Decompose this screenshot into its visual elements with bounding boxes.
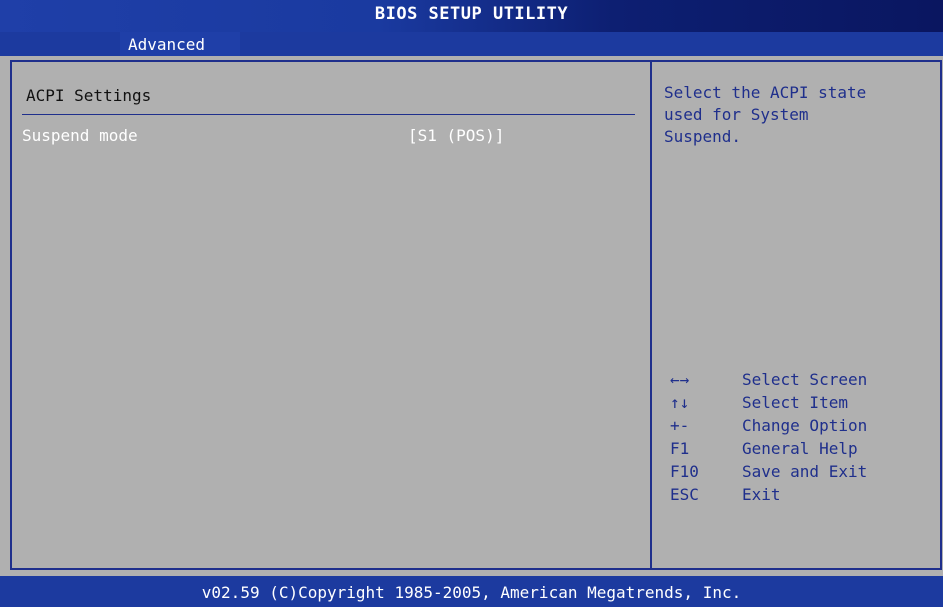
suspend-mode-label[interactable]: Suspend mode	[22, 126, 138, 145]
key-desc: General Help	[742, 439, 858, 458]
key-row-general-help: F1 General Help	[670, 439, 940, 462]
key-label: ESC	[670, 485, 699, 504]
key-row-change-option: +- Change Option	[670, 416, 940, 439]
key-label: +-	[670, 416, 690, 435]
tab-advanced-label-box[interactable]: Advanced	[120, 32, 240, 56]
arrows-left-right-icon: ←→	[670, 370, 690, 389]
window-title: BIOS SETUP UTILITY	[374, 4, 569, 24]
key-legend: ←→ Select Screen ↑↓ Select Item +- Chang…	[670, 370, 940, 508]
key-desc: Save and Exit	[742, 462, 868, 481]
panel-divider	[650, 62, 652, 568]
key-desc: Change Option	[742, 416, 868, 435]
key-desc: Select Screen	[742, 370, 868, 389]
suspend-mode-value[interactable]: [S1 (POS)]	[408, 126, 504, 145]
key-row-exit: ESC Exit	[670, 485, 940, 508]
section-title: ACPI Settings	[26, 86, 152, 105]
key-label: F1	[670, 439, 690, 458]
tab-advanced-label: Advanced	[128, 35, 206, 54]
arrows-up-down-icon: ↑↓	[670, 393, 690, 412]
key-row-save-exit: F10 Save and Exit	[670, 462, 940, 485]
key-desc: Select Item	[742, 393, 848, 412]
section-divider	[22, 114, 635, 115]
key-row-select-item: ↑↓ Select Item	[670, 393, 940, 416]
copyright-text: v02.59 (C)Copyright 1985-2005, American …	[201, 583, 742, 602]
key-desc: Exit	[742, 485, 781, 504]
key-row-select-screen: ←→ Select Screen	[670, 370, 940, 393]
help-text: Select the ACPI state used for System Su…	[664, 83, 867, 146]
key-label: F10	[670, 462, 699, 481]
